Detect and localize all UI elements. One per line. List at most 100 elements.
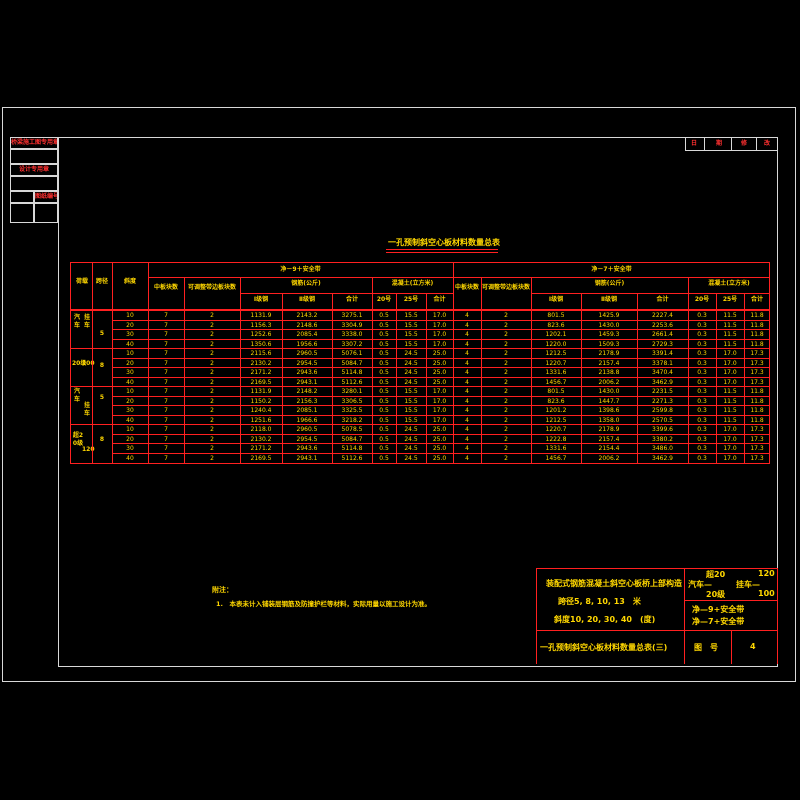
revision-box: 日 期 修 改 bbox=[685, 137, 778, 151]
table-cell: 1252.6 bbox=[250, 331, 272, 338]
load-upper-b: 挂车 bbox=[83, 314, 90, 329]
tb-lanes-2: 净—7+安全带 bbox=[692, 617, 745, 626]
table-cell: 0.3 bbox=[697, 350, 707, 357]
table-cell: 2085.1 bbox=[296, 407, 318, 414]
table-cell: 17.3 bbox=[750, 426, 764, 433]
table-cell: 1131.9 bbox=[250, 312, 272, 319]
grid-line bbox=[112, 339, 770, 340]
grid-line bbox=[112, 453, 770, 454]
table-cell: 3470.4 bbox=[652, 369, 673, 376]
tb-lanes-1: 净—9+安全带 bbox=[692, 605, 745, 614]
table-cell: 10 bbox=[126, 426, 134, 433]
table-cell: 40 bbox=[126, 454, 134, 462]
table-cell: 1456.7 bbox=[545, 454, 567, 462]
header-group-1: 净－9＋安全带 bbox=[280, 266, 321, 273]
table-cell: 2085.4 bbox=[296, 331, 318, 338]
tb-line bbox=[536, 568, 537, 664]
header-total-1: 合计 bbox=[345, 296, 358, 303]
table-cell: 2 bbox=[504, 369, 508, 376]
table-cell: 10 bbox=[126, 388, 134, 395]
grid-line bbox=[184, 277, 185, 464]
table-cell: 2 bbox=[210, 369, 214, 376]
table-cell: 24.5 bbox=[404, 426, 418, 433]
table-cell: 2 bbox=[504, 426, 508, 433]
tb-line bbox=[684, 568, 685, 664]
revision-label-3: 修 bbox=[741, 140, 748, 147]
table-cell: 25.0 bbox=[432, 426, 447, 433]
table-cell: 25.0 bbox=[432, 454, 447, 462]
stamp-row-blank-3b bbox=[34, 203, 58, 223]
table-cell: 11.8 bbox=[750, 407, 764, 414]
load-upper-a: 汽车 bbox=[73, 314, 80, 329]
table-cell: 1425.9 bbox=[598, 312, 620, 319]
header-c25-2: 25号 bbox=[722, 296, 738, 303]
table-cell: 7 bbox=[164, 426, 168, 433]
table-cell: 10 bbox=[126, 312, 134, 319]
table-cell: 4 bbox=[465, 407, 469, 414]
table-cell: 0.3 bbox=[697, 407, 707, 414]
table-cell: 2943.6 bbox=[296, 369, 318, 376]
title-underline bbox=[386, 249, 498, 250]
table-cell: 3391.4 bbox=[652, 350, 673, 357]
table-cell: 11.5 bbox=[723, 312, 737, 319]
header-s1-1: Ⅰ级钢 bbox=[253, 296, 269, 303]
tb-line bbox=[731, 630, 732, 664]
title-underline-2 bbox=[386, 252, 498, 253]
table-cell: 1220.7 bbox=[545, 426, 567, 433]
table-cell: 7 bbox=[164, 350, 168, 357]
grid-line bbox=[396, 293, 397, 464]
table-cell: 2 bbox=[504, 350, 508, 357]
table-cell: 30 bbox=[126, 331, 134, 338]
grid-line bbox=[148, 277, 770, 278]
span-label-1: 5 bbox=[99, 330, 105, 337]
tb-fig-no: 4 bbox=[750, 642, 756, 651]
table-cell: 5112.6 bbox=[341, 454, 363, 462]
grid-line bbox=[92, 262, 93, 464]
table-cell: 2 bbox=[504, 454, 508, 462]
table-cell: 2143.2 bbox=[296, 312, 318, 319]
table-cell: 1398.6 bbox=[598, 407, 620, 414]
header-s2-2: Ⅱ级钢 bbox=[601, 296, 617, 303]
grid-line bbox=[112, 415, 770, 416]
header-edge-2: 可调整带边板块数 bbox=[481, 284, 530, 291]
span-label-4: 8 bbox=[99, 436, 105, 443]
table-cell: 10 bbox=[126, 350, 134, 357]
tb-load-r2b: 挂车— bbox=[736, 580, 760, 589]
table-cell: 15.5 bbox=[404, 407, 418, 414]
table-cell: 2171.2 bbox=[250, 445, 272, 452]
header-c20-1: 20号 bbox=[376, 296, 392, 303]
table-cell: 25.0 bbox=[432, 445, 447, 452]
grid-line bbox=[240, 293, 453, 294]
table-cell: 2943.1 bbox=[296, 454, 318, 462]
table-cell: 2178.9 bbox=[598, 350, 620, 357]
table-cell: 7 bbox=[164, 312, 168, 319]
header-total-2: 合计 bbox=[656, 296, 669, 303]
grid-line bbox=[70, 386, 92, 387]
table-cell: 0.5 bbox=[379, 369, 389, 376]
grid-line bbox=[112, 329, 770, 330]
table-cell: 5114.8 bbox=[341, 369, 363, 376]
table-cell: 801.5 bbox=[547, 312, 565, 319]
table-cell: 24.5 bbox=[404, 445, 418, 452]
table-cell: 2231.5 bbox=[652, 388, 673, 395]
grid-line bbox=[70, 386, 770, 387]
grid-line bbox=[744, 293, 745, 464]
table-title: 一孔预制斜空心板材料数量总表 bbox=[388, 238, 500, 247]
table-cell: 0.5 bbox=[379, 426, 389, 433]
grid-line bbox=[372, 277, 373, 464]
revision-label-4: 改 bbox=[764, 140, 771, 147]
table-cell: 3399.6 bbox=[652, 426, 673, 433]
table-cell: 2 bbox=[210, 426, 214, 433]
grid-line bbox=[426, 293, 427, 464]
table-cell: 801.5 bbox=[547, 388, 565, 395]
header-mid-2: 中板块数 bbox=[454, 284, 479, 291]
header-ctotal-2: 合计 bbox=[750, 296, 763, 303]
table-cell: 2138.8 bbox=[598, 369, 620, 376]
stamp-row-blank-3a bbox=[10, 203, 34, 223]
revision-divider bbox=[704, 138, 705, 150]
table-cell: 0.5 bbox=[379, 331, 389, 338]
table-cell: 2 bbox=[504, 445, 508, 452]
table-cell: 25.0 bbox=[432, 369, 447, 376]
table-cell: 2154.4 bbox=[598, 445, 620, 452]
grid-line bbox=[112, 434, 770, 435]
